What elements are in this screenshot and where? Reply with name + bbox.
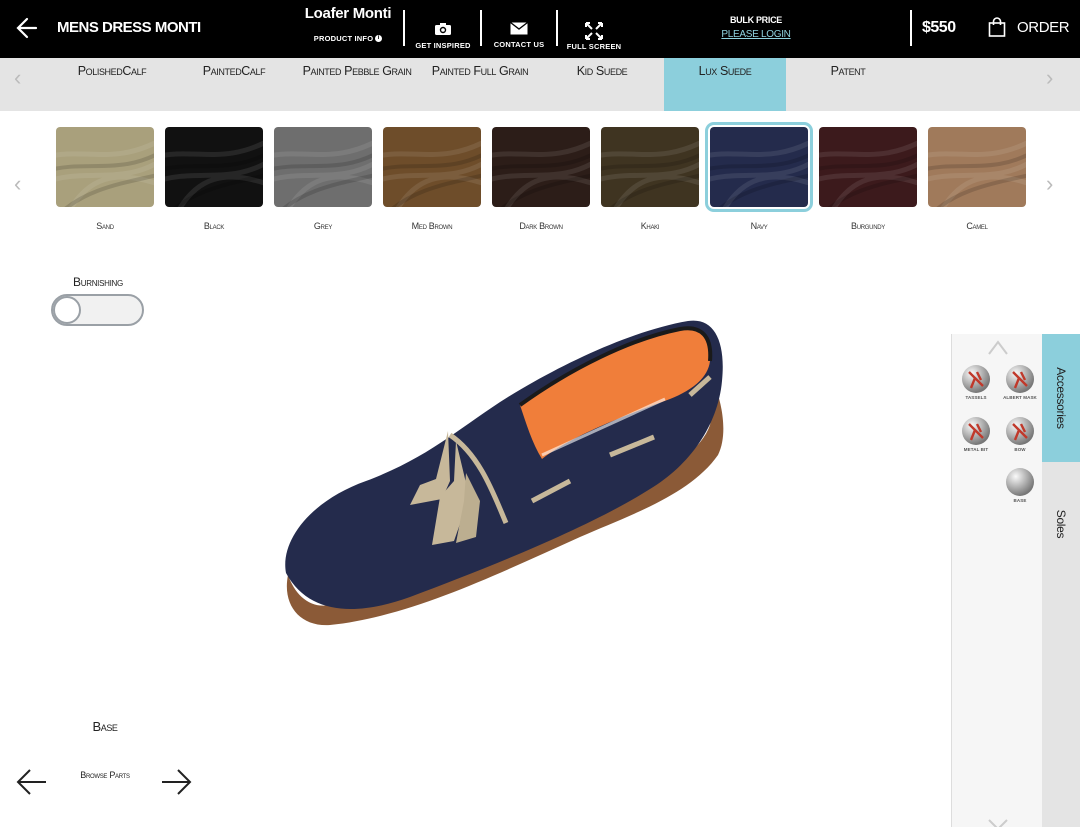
color-swatch[interactable]: [705, 122, 813, 212]
contact-us-button[interactable]: CONTACT US: [481, 22, 557, 49]
tab-painted-pebble-grain[interactable]: Painted Pebble Grain: [296, 58, 418, 111]
burnishing-toggle[interactable]: [51, 294, 144, 326]
material-next-chevron-icon[interactable]: ›: [1046, 67, 1066, 89]
accessory-label: TASSELS: [965, 395, 987, 400]
tab-painted-full-grain[interactable]: Painted Full Grain: [420, 58, 540, 111]
accessory-option[interactable]: ALBERT MASK: [1000, 364, 1040, 400]
tab-label: Patent: [830, 64, 866, 78]
color-swatch-label: Black: [203, 221, 225, 231]
tab-label: Painted Full Grain: [431, 64, 529, 78]
product-info-link[interactable]: PRODUCT INFO i: [313, 34, 383, 43]
toggle-knob: [53, 296, 81, 324]
swatch-prev-chevron-icon[interactable]: ‹: [14, 173, 34, 195]
tab-label: Painted Pebble Grain: [302, 64, 412, 78]
product-block: Loafer Monti PRODUCT INFO i: [300, 5, 396, 46]
color-swatch-label: Grey: [313, 221, 333, 231]
info-icon: i: [375, 35, 383, 42]
bulk-price-label: BULK PRICE: [729, 15, 782, 25]
tassels-icon: [962, 365, 990, 393]
shopping-bag-icon: [988, 17, 1006, 37]
top-bar: MENS DRESS MONTI Loafer Monti PRODUCT IN…: [0, 0, 1080, 58]
previous-part-arrow-icon[interactable]: [14, 764, 50, 800]
color-swatch[interactable]: [819, 127, 917, 207]
color-swatch[interactable]: [383, 127, 481, 207]
albert-mask-icon: [1006, 365, 1034, 393]
color-swatch-label: Burgundy: [851, 221, 885, 231]
accessory-label: ALBERT MASK: [1003, 395, 1037, 400]
swatch-next-chevron-icon[interactable]: ›: [1046, 173, 1066, 195]
accessory-option[interactable]: TASSELS: [956, 364, 996, 400]
color-swatch[interactable]: [492, 127, 590, 207]
color-swatch[interactable]: [165, 127, 263, 207]
color-swatch[interactable]: [56, 127, 154, 207]
accessory-label: BASE: [1013, 498, 1027, 503]
base-icon: [1006, 468, 1034, 496]
tab-label: Lux Suede: [698, 64, 752, 78]
current-part-name: Base: [92, 719, 118, 734]
color-swatch-label: Navy: [750, 221, 768, 231]
tab-soles[interactable]: Soles: [1042, 462, 1080, 827]
browse-parts-label: Browse Parts: [80, 770, 130, 780]
tab-painted-calf[interactable]: PaintedCalf: [174, 58, 294, 111]
tab-patent[interactable]: Patent: [788, 58, 908, 111]
burnishing-label: Burnishing: [73, 275, 123, 289]
order-button[interactable]: ORDER: [988, 17, 1070, 37]
material-prev-chevron-icon[interactable]: ‹: [14, 67, 34, 89]
accessory-label: METAL BIT: [963, 447, 989, 452]
envelope-icon: [510, 22, 528, 35]
bow-icon: [1006, 417, 1034, 445]
product-info-label: PRODUCT INFO: [313, 34, 374, 43]
accessory-option[interactable]: BOW: [1000, 416, 1040, 452]
metal-bit-icon: [962, 417, 990, 445]
color-swatch[interactable]: [928, 127, 1026, 207]
tab-lux-suede[interactable]: Lux Suede: [664, 58, 786, 111]
full-screen-button[interactable]: FULL SCREEN: [556, 22, 632, 51]
fullscreen-icon: [585, 22, 603, 40]
bulk-login-link[interactable]: PLEASE LOGIN: [706, 29, 806, 40]
tab-accessories-label: Accessories: [1054, 367, 1068, 429]
order-label: ORDER: [1017, 18, 1070, 36]
tab-soles-label: Soles: [1054, 509, 1068, 539]
color-swatch-label: Med Brown: [411, 221, 453, 231]
camera-icon: [435, 23, 451, 35]
color-swatch[interactable]: [601, 127, 699, 207]
accessory-option[interactable]: BASE: [1000, 467, 1040, 503]
contact-us-label: CONTACT US: [493, 40, 545, 49]
product-name: Loafer Monti: [304, 5, 392, 22]
tab-label: PaintedCalf: [202, 64, 266, 78]
tab-label: Kid Suede: [576, 64, 628, 78]
color-swatch-label: Sand: [96, 221, 114, 231]
get-inspired-label: GET INSPIRED: [415, 41, 471, 50]
header-divider: [910, 10, 912, 46]
accessory-option[interactable]: METAL BIT: [956, 416, 996, 452]
material-tab-bar: ‹ PolishedCalf PaintedCalf Painted Pebbl…: [0, 58, 1080, 111]
back-arrow-icon[interactable]: [14, 15, 38, 41]
scroll-up-chevron-icon[interactable]: [987, 336, 1009, 358]
tab-polished-calf[interactable]: PolishedCalf: [52, 58, 172, 111]
scroll-down-chevron-icon[interactable]: [987, 818, 1009, 827]
full-screen-label: FULL SCREEN: [566, 42, 622, 51]
accessory-label: BOW: [1014, 447, 1026, 452]
get-inspired-button[interactable]: GET INSPIRED: [405, 22, 481, 50]
collection-title: MENS DRESS MONTI: [57, 19, 201, 36]
color-swatch-label: Camel: [966, 221, 988, 231]
accessories-panel: TASSELS ALBERT MASK METAL BIT BOW BASE: [951, 334, 1042, 827]
price: $550: [922, 19, 956, 36]
color-swatch-label: Dark Brown: [519, 221, 563, 231]
tab-label: PolishedCalf: [77, 64, 147, 78]
next-part-arrow-icon[interactable]: [158, 764, 194, 800]
shoe-preview[interactable]: [270, 305, 740, 640]
tab-accessories[interactable]: Accessories: [1042, 334, 1080, 462]
bulk-price-block: BULK PRICE PLEASE LOGIN: [706, 15, 806, 40]
color-swatch[interactable]: [274, 127, 372, 207]
tab-kid-suede[interactable]: Kid Suede: [542, 58, 662, 111]
color-swatch-label: Khaki: [640, 221, 660, 231]
